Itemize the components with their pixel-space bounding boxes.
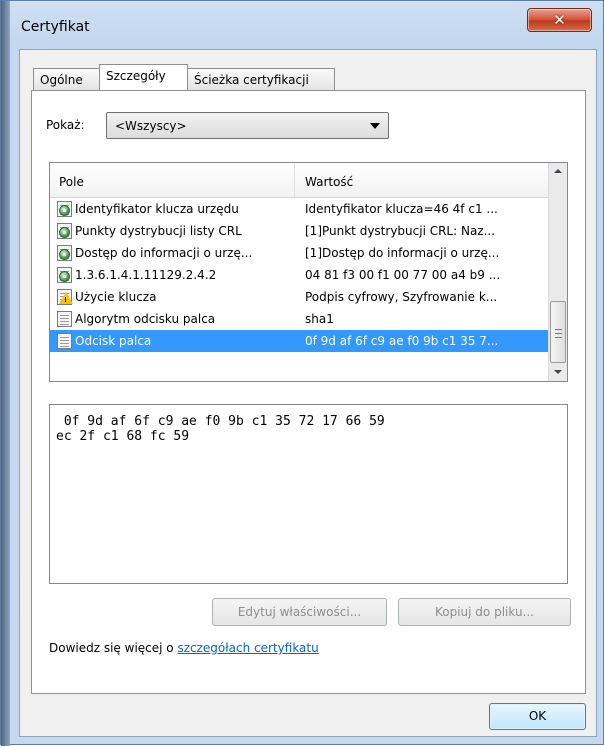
learn-more-line: Dowiedz się więcej o szczegółach certyfi…: [49, 641, 319, 655]
column-divider[interactable]: [294, 163, 295, 197]
cert-extension-icon: [57, 223, 72, 239]
row-value: sha1: [305, 312, 334, 326]
value-detail-box[interactable]: 0f 9d af 6f c9 ae f0 9b c1 35 72 17 66 5…: [49, 404, 568, 584]
edit-properties-label: Edytuj właściwości...: [237, 605, 362, 619]
edit-properties-button[interactable]: Edytuj właściwości...: [212, 598, 387, 626]
show-label: Pokaż:: [46, 118, 85, 132]
tab-certification-path[interactable]: Ścieżka certyfikacji: [187, 68, 335, 90]
list-scrollbar[interactable]: [548, 163, 567, 381]
cert-property-icon: [57, 311, 72, 327]
scroll-down-button[interactable]: [549, 364, 567, 381]
row-field: Identyfikator klucza urzędu: [75, 202, 239, 216]
window-title: Certyfikat: [21, 19, 90, 35]
cert-extension-icon: [57, 201, 72, 217]
row-field: Algorytm odcisku palca: [75, 312, 216, 326]
grip-icon: [555, 329, 562, 338]
cert-property-icon: [57, 333, 72, 349]
row-field: Odcisk palca: [75, 334, 152, 348]
tab-certification-path-label: Ścieżka certyfikacji: [194, 73, 309, 87]
tab-general-label: Ogólne: [40, 73, 83, 87]
certificate-details-link[interactable]: szczegółach certyfikatu: [177, 641, 318, 655]
chevron-down-icon: [554, 370, 562, 374]
list-row[interactable]: 1.3.6.1.4.1.11129.2.4.2 04 81 f3 00 f1 0…: [50, 264, 548, 286]
show-dropdown-value: <Wszyscy>: [115, 119, 187, 133]
title-bar[interactable]: Certyfikat ✕: [1, 1, 604, 51]
tab-details[interactable]: Szczegóły: [99, 64, 188, 90]
list-row[interactable]: Punkty dystrybucji listy CRL [1]Punkt dy…: [50, 220, 548, 242]
show-dropdown[interactable]: <Wszyscy>: [106, 112, 389, 139]
list-header: Pole Wartość: [50, 163, 548, 198]
list-row[interactable]: Użycie klucza Podpis cyfrowy, Szyfrowani…: [50, 286, 548, 308]
close-icon: ✕: [553, 11, 566, 29]
tab-details-label: Szczegóły: [106, 69, 166, 83]
row-value: 0f 9d af 6f c9 ae f0 9b c1 35 7...: [305, 334, 499, 348]
scrollbar-thumb[interactable]: [550, 301, 566, 363]
copy-to-file-label: Kopiuj do pliku...: [434, 605, 534, 619]
learn-more-text: Dowiedz się więcej o: [49, 641, 174, 655]
list-row[interactable]: Algorytm odcisku palca sha1: [50, 308, 548, 330]
list-row-selected[interactable]: Odcisk palca 0f 9d af 6f c9 ae f0 9b c1 …: [50, 330, 548, 352]
row-value: Podpis cyfrowy, Szyfrowanie k...: [305, 290, 498, 304]
row-value: [1]Dostęp do informacji o urzę...: [305, 246, 500, 260]
certificate-dialog: Certyfikat ✕ Ogólne Szczegóły Ścieżka ce…: [0, 0, 604, 746]
value-detail-text: 0f 9d af 6f c9 ae f0 9b c1 35 72 17 66 5…: [56, 414, 385, 444]
row-value: [1]Punkt dystrybucji CRL: Naz...: [305, 224, 496, 238]
list-row[interactable]: Identyfikator klucza urzędu Identyfikato…: [50, 198, 548, 220]
copy-to-file-button[interactable]: Kopiuj do pliku...: [398, 598, 571, 626]
row-value: 04 81 f3 00 f1 00 77 00 a4 b9 ...: [305, 268, 501, 282]
critical-extension-warning-icon: [57, 289, 73, 305]
row-field: 1.3.6.1.4.1.11129.2.4.2: [75, 268, 217, 282]
close-button[interactable]: ✕: [527, 8, 592, 32]
tab-general[interactable]: Ogólne: [33, 68, 100, 90]
chevron-up-icon: [554, 169, 562, 173]
row-value: Identyfikator klucza=46 4f c1 ...: [305, 202, 498, 216]
row-field: Punkty dystrybucji listy CRL: [75, 224, 242, 238]
window-edge: [1, 1, 10, 746]
column-header-field[interactable]: Pole: [59, 175, 84, 189]
ok-button[interactable]: OK: [489, 703, 586, 730]
column-header-value[interactable]: Wartość: [305, 175, 353, 189]
ok-label: OK: [528, 709, 547, 723]
cert-extension-icon: [57, 267, 72, 283]
row-field: Dostęp do informacji o urzę...: [75, 246, 253, 260]
chevron-down-icon: [370, 123, 380, 129]
row-field: Użycie klucza: [75, 290, 157, 304]
list-row[interactable]: Dostęp do informacji o urzę... [1]Dostęp…: [50, 242, 548, 264]
scroll-up-button[interactable]: [549, 163, 567, 180]
cert-extension-icon: [57, 245, 72, 261]
fields-list[interactable]: Pole Wartość Identyfikator klucza urzędu…: [49, 162, 568, 382]
